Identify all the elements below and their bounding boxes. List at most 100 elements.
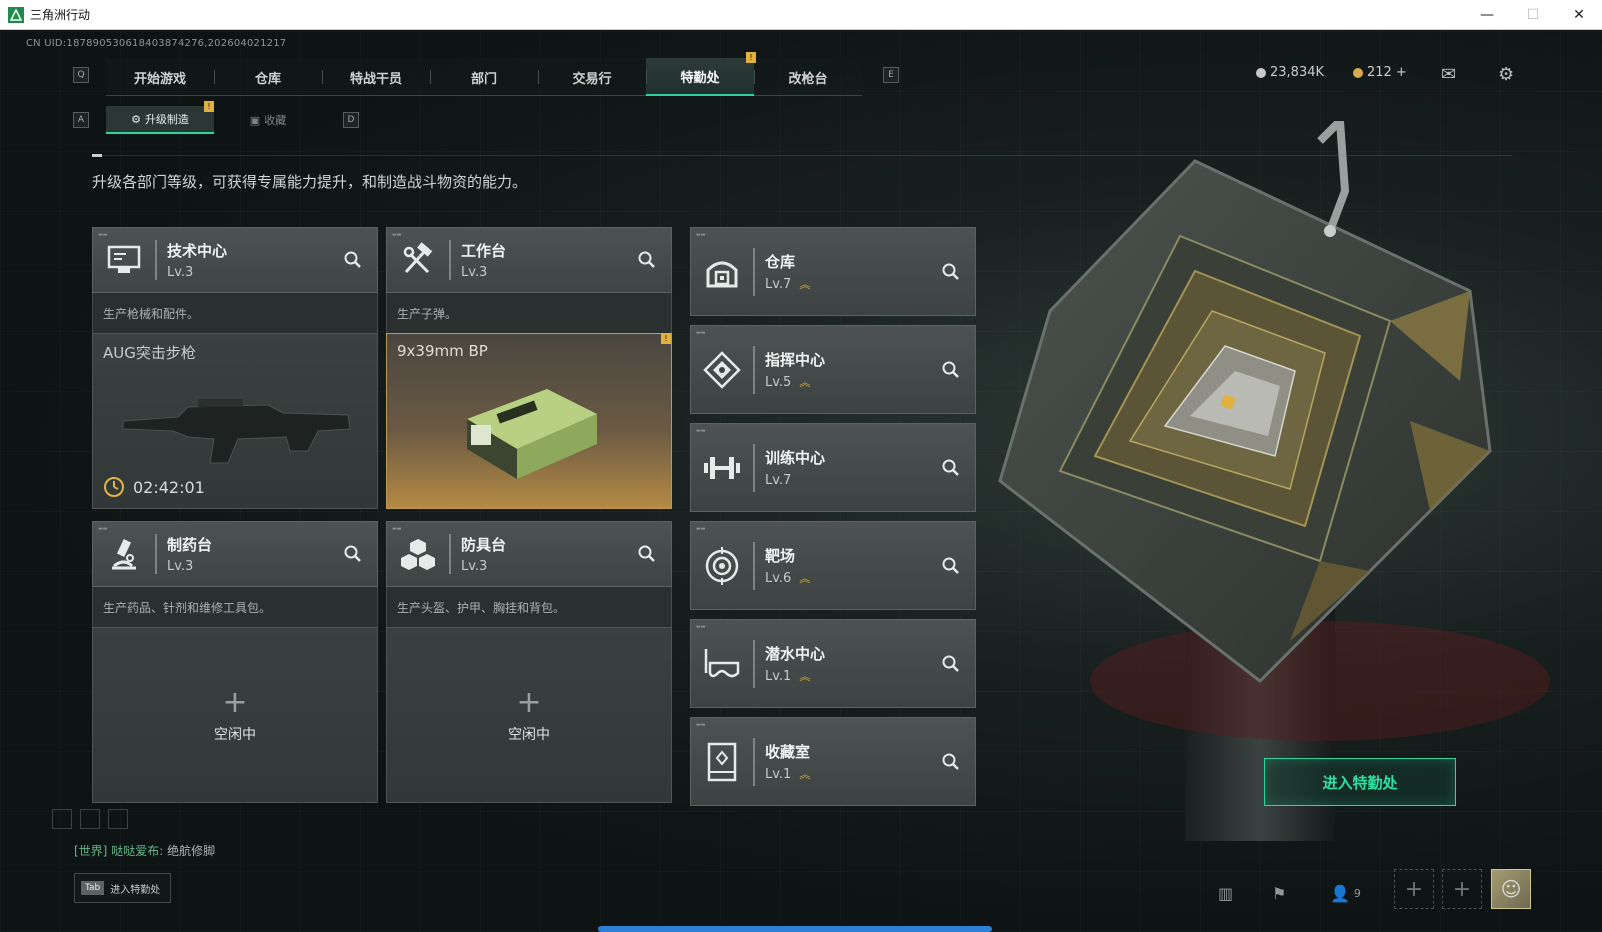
card-workbench-header[interactable]: ▬▬ 工作台 Lv.3	[386, 227, 672, 293]
token-amount: 212	[1367, 65, 1392, 80]
card-separator	[449, 240, 451, 280]
card-tech-center-header[interactable]: ▬▬ 技术中心 Lv.3	[92, 227, 378, 293]
card-tech-center-name: 技术中心	[167, 242, 228, 260]
stats-chart-icon[interactable]: ▥	[1218, 884, 1233, 903]
card-workbench-name: 工作台	[461, 242, 507, 260]
card-separator	[753, 345, 755, 394]
card-armor-bench-level: Lv.3	[461, 559, 488, 574]
workbench-alert-badge: !	[661, 333, 671, 344]
add-icon: +	[222, 685, 248, 720]
flag-icon[interactable]: ⚑	[1272, 884, 1286, 903]
search-icon[interactable]	[941, 752, 961, 772]
mail-icon[interactable]: ✉	[1441, 64, 1456, 85]
friends-count: 9	[1353, 887, 1361, 900]
coin-balance[interactable]: 23,834K	[1256, 65, 1324, 80]
facility-card-diving-center[interactable]: ▬▬ 潜水中心 Lv.1 ︽	[690, 619, 976, 708]
tab-hint-label: 进入特勤处	[110, 884, 161, 896]
section-divider-marker	[92, 154, 102, 157]
search-icon[interactable]	[941, 458, 961, 478]
search-icon[interactable]	[941, 262, 961, 282]
add-token-button[interactable]: +	[1396, 65, 1407, 80]
card-armor-bench[interactable]: ▬▬ 防具台 Lv.3 生产头盔、护甲、胸挂和背包。 + 空闲中	[386, 521, 672, 803]
facility-diving-center-level: Lv.1	[765, 669, 792, 684]
search-icon[interactable]	[941, 654, 961, 674]
card-pharmacy-header[interactable]: ▬▬ 制药台 Lv.3	[92, 521, 378, 587]
facility-command-center-name: 指挥中心	[765, 351, 826, 369]
friends-button[interactable]: 👤 9	[1330, 884, 1361, 903]
card-tech-center-production-slot[interactable]: AUG突击步枪 02:42:01	[92, 333, 378, 509]
tab-departments[interactable]: 部门	[430, 58, 538, 96]
facility-shooting-range-name: 靶场	[765, 547, 796, 565]
close-button[interactable]: ✕	[1556, 0, 1602, 30]
card-pharmacy[interactable]: ▬▬ 制药台 Lv.3 生产药品、针剂和维修工具包。 + 空闲中	[92, 521, 378, 803]
search-icon[interactable]	[637, 544, 657, 564]
settings-gear-icon[interactable]: ⚙	[1498, 64, 1514, 85]
upgrade-available-icon: ︽	[799, 767, 811, 781]
search-icon[interactable]	[941, 556, 961, 576]
tab-special-ops[interactable]: 特勤处	[646, 58, 754, 96]
card-pharmacy-production-slot[interactable]: + 空闲中	[92, 627, 378, 803]
target-icon	[691, 522, 753, 609]
upgrade-available-icon: ︽	[799, 277, 811, 291]
search-icon[interactable]	[637, 250, 657, 270]
card-armor-bench-header[interactable]: ▬▬ 防具台 Lv.3	[386, 521, 672, 587]
card-armor-bench-subtitle: 生产头盔、护甲、胸挂和背包。	[386, 587, 672, 627]
card-workbench[interactable]: ▬▬ 工作台 Lv.3 生产子弹。 ! 9x39mm BP	[386, 227, 672, 509]
search-icon[interactable]	[941, 360, 961, 380]
idle-slot: + 空闲中	[93, 688, 377, 744]
tab-key-label: Tab	[81, 881, 105, 895]
subtab-upgrade-craft[interactable]: ⚙ 升级制造	[106, 106, 214, 134]
card-corner-mark: ▬▬	[696, 428, 706, 434]
facility-card-command-center[interactable]: ▬▬ 指挥中心 Lv.5 ︽	[690, 325, 976, 414]
game-viewport: CN UID:1878905306184038742​76,2026040212…	[0, 31, 1602, 932]
facility-collection-room-level: Lv.1	[765, 767, 792, 782]
maximize-button[interactable]: ☐	[1510, 0, 1556, 30]
tab-trading[interactable]: 交易行	[538, 58, 646, 96]
card-corner-mark: ▬▬	[696, 330, 706, 336]
enter-special-ops-button[interactable]: 进入特勤处	[1264, 758, 1456, 806]
window-titlebar: 三角洲行动 — ☐ ✕	[0, 0, 1602, 30]
corner-square	[80, 809, 100, 829]
facility-card-warehouse[interactable]: ▬▬ 仓库 Lv.7 ︽	[690, 227, 976, 316]
dumbbell-icon	[691, 424, 753, 511]
tab-gunsmith[interactable]: 改枪台	[754, 58, 862, 96]
add-squad-slot-button[interactable]: +	[1394, 869, 1434, 909]
card-tech-center-subtitle: 生产枪械和配件。	[92, 293, 378, 333]
card-corner-mark: ▬▬	[696, 232, 706, 238]
assault-rifle-image	[122, 399, 351, 464]
world-chat-line[interactable]: [世界] 哒哒爱布: 绝航修脚	[74, 842, 215, 859]
section-divider	[92, 155, 1512, 156]
vault-icon	[691, 228, 753, 315]
card-workbench-production-slot[interactable]: ! 9x39mm BP	[386, 333, 672, 509]
production-item-name: 9x39mm BP	[397, 342, 488, 360]
tab-operators[interactable]: 特战干员	[322, 58, 430, 96]
facility-card-training-center[interactable]: ▬▬ 训练中心 Lv.7	[690, 423, 976, 512]
card-separator	[155, 240, 157, 280]
subtab-upgrade-craft-label: 升级制造	[144, 113, 189, 126]
display-case-icon	[691, 718, 753, 805]
upgrade-available-icon: ︽	[799, 571, 811, 585]
add-squad-slot-button[interactable]: +	[1442, 869, 1482, 909]
tab-start-game[interactable]: 开始游戏	[106, 58, 214, 96]
minimize-button[interactable]: —	[1464, 0, 1510, 30]
search-icon[interactable]	[343, 250, 363, 270]
card-separator	[753, 247, 755, 296]
subtab-collection[interactable]: ▣ 收藏	[214, 106, 322, 134]
token-balance[interactable]: 212 +	[1353, 65, 1407, 80]
facility-command-center-level: Lv.5	[765, 375, 792, 390]
facility-diving-center-name: 潜水中心	[765, 645, 826, 663]
search-icon[interactable]	[343, 544, 363, 564]
subtab-collection-label: 收藏	[264, 114, 287, 127]
subnav-next-key-hint: D	[343, 112, 359, 128]
facility-card-shooting-range[interactable]: ▬▬ 靶场 Lv.6 ︽	[690, 521, 976, 610]
subtab-upgrade-alert-badge: !	[204, 101, 214, 112]
facility-card-collection-room[interactable]: ▬▬ 收藏室 Lv.1 ︽	[690, 717, 976, 806]
card-tech-center[interactable]: ▬▬ 技术中心 Lv.3 生产枪械和配件。 AUG突击步枪 02:42:01	[92, 227, 378, 509]
tab-enter-special-ops-hint[interactable]: Tab 进入特勤处	[74, 873, 172, 903]
player-avatar[interactable]: ☺	[1491, 869, 1531, 909]
tab-warehouse[interactable]: 仓库	[214, 58, 322, 96]
card-armor-bench-production-slot[interactable]: + 空闲中	[386, 627, 672, 803]
card-pharmacy-level: Lv.3	[167, 559, 194, 574]
token-icon	[1353, 67, 1363, 78]
card-separator	[449, 534, 451, 574]
